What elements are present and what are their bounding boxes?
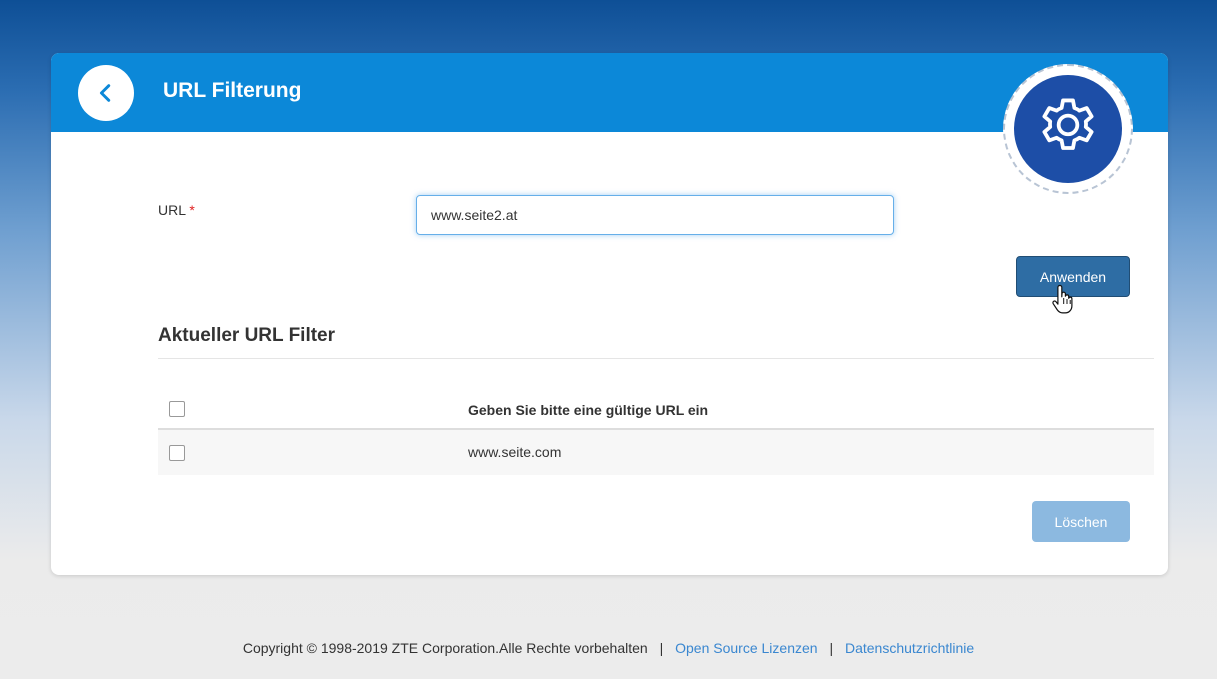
footer: Copyright © 1998-2019 ZTE Corporation.Al… (0, 640, 1217, 656)
gear-icon (1042, 98, 1094, 150)
open-source-link[interactable]: Open Source Lizenzen (675, 640, 817, 656)
select-all-checkbox[interactable] (169, 401, 185, 417)
privacy-link[interactable]: Datenschutzrichtlinie (845, 640, 974, 656)
settings-badge-circle (1014, 75, 1122, 183)
row-url: www.seite.com (468, 444, 562, 460)
section-title: Aktueller URL Filter (158, 325, 336, 346)
page-title: URL Filterung (163, 79, 302, 102)
url-label: URL * (158, 202, 195, 218)
required-asterisk: * (189, 202, 195, 218)
url-label-text: URL (158, 202, 186, 218)
section-divider (158, 358, 1154, 359)
footer-separator: | (659, 640, 664, 656)
delete-button[interactable]: Löschen (1032, 501, 1130, 542)
chevron-left-icon (99, 84, 111, 102)
url-input[interactable] (416, 195, 894, 235)
hand-pointer-icon (1052, 284, 1073, 314)
table-row: www.seite.com (158, 430, 1154, 475)
url-filter-table: Geben Sie bitte eine gültige URL ein www… (158, 390, 1154, 475)
back-button[interactable] (78, 65, 134, 121)
column-header-url: Geben Sie bitte eine gültige URL ein (468, 402, 709, 418)
url-filter-card: URL Filterung URL * Anwenden Aktueller U… (51, 53, 1168, 575)
footer-separator: | (829, 640, 834, 656)
row-checkbox[interactable] (169, 445, 185, 461)
settings-badge (1003, 64, 1133, 194)
table-header-row: Geben Sie bitte eine gültige URL ein (158, 390, 1154, 430)
card-header: URL Filterung (51, 53, 1168, 132)
copyright-text: Copyright © 1998-2019 ZTE Corporation.Al… (242, 640, 648, 656)
